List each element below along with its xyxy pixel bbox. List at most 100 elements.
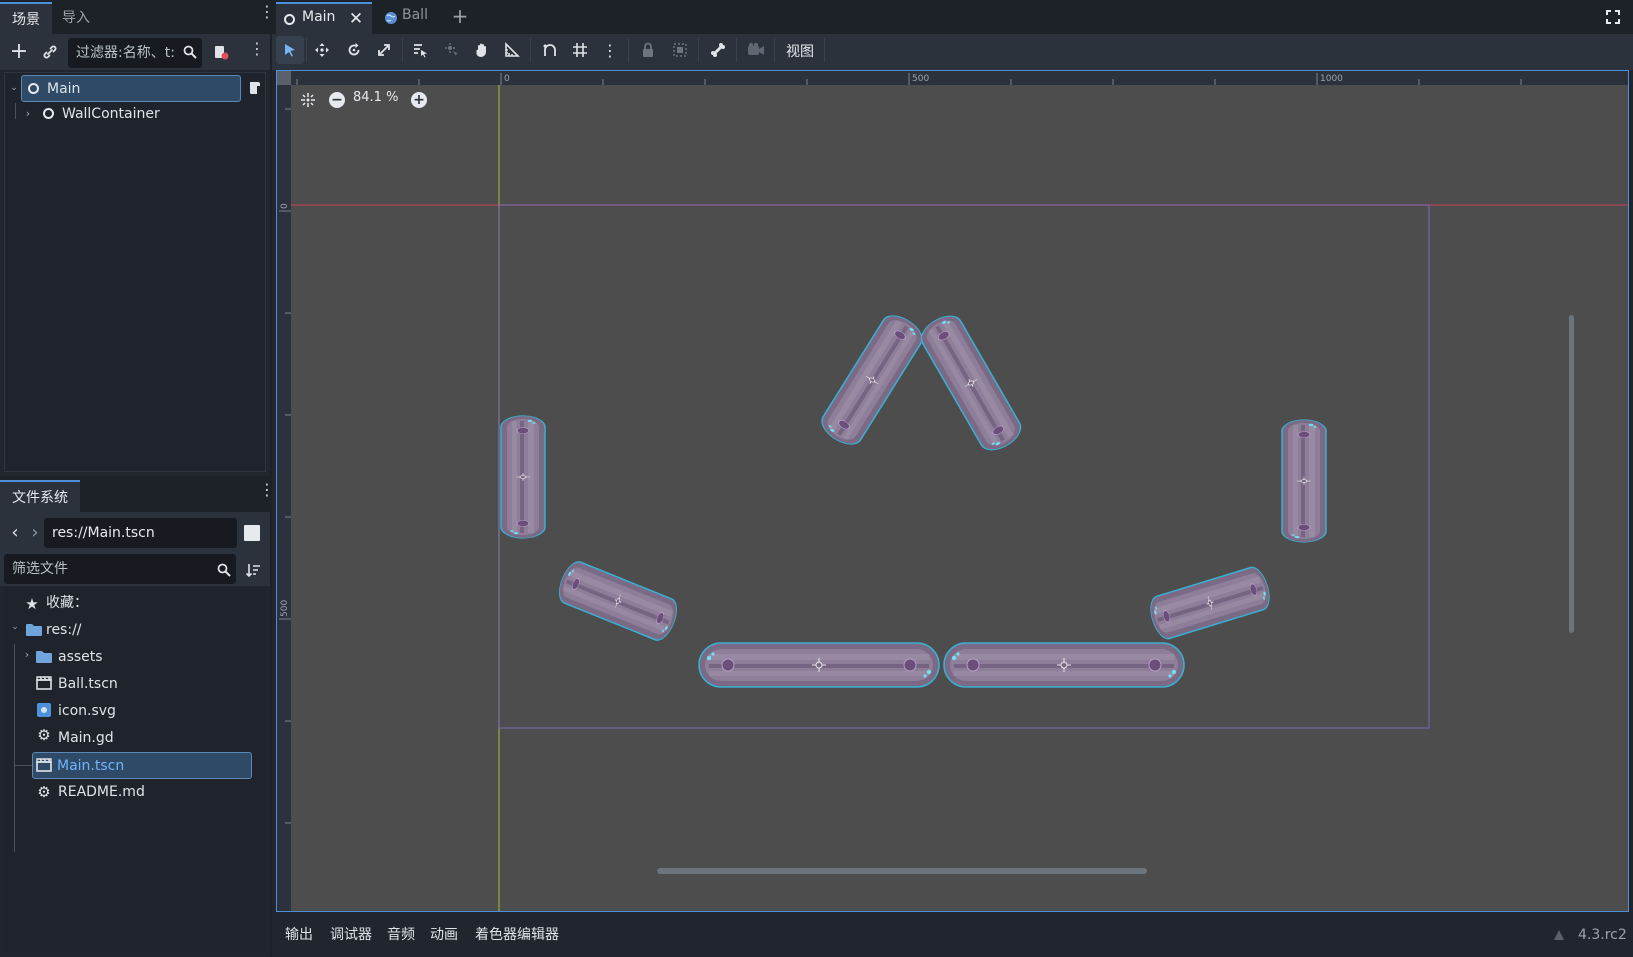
toolbar-separator	[530, 38, 531, 62]
add-node-icon[interactable]: +	[8, 39, 30, 64]
attach-script-icon[interactable]	[247, 79, 263, 97]
fs-item-main-tscn[interactable]: Main.tscn	[32, 752, 252, 779]
list-select-button[interactable]	[406, 36, 434, 64]
tree-node-wallcontainer[interactable]: WallContainer	[37, 101, 160, 127]
zoom-in-icon[interactable]: +	[411, 92, 427, 108]
scene-file-icon	[36, 676, 52, 690]
tab-ball[interactable]: Ball	[380, 2, 440, 34]
toolbar-separator	[824, 38, 825, 62]
tab-import[interactable]: 导入	[50, 2, 102, 34]
ruler-label-0: 0	[504, 74, 510, 84]
script-filter-icon[interactable]	[212, 43, 230, 61]
ruler-label-500: 500	[912, 74, 929, 84]
fs-path-field[interactable]: res://Main.tscn	[44, 518, 237, 548]
move-tool-button[interactable]	[308, 36, 336, 64]
scene-dock-tabs: 场景 导入 ⋮	[0, 0, 275, 34]
star-icon: ★	[25, 595, 39, 613]
wall-roof-right	[915, 308, 1027, 458]
canvas-viewport[interactable]: 0 500 1000 0 500 − 84.1 % +	[276, 70, 1629, 912]
group-button[interactable]	[666, 36, 694, 64]
snap-options-button[interactable]: ⋮	[596, 36, 624, 64]
tree-guide-line	[14, 644, 15, 852]
filesystem-menu-icon[interactable]: ⋮	[259, 482, 275, 498]
link-icon[interactable]	[40, 42, 60, 62]
tab-debugger[interactable]: 调试器	[330, 922, 372, 948]
select-tool-button[interactable]	[276, 36, 304, 64]
fs-item-ball-tscn[interactable]: Ball.tscn	[58, 671, 118, 697]
smart-snap-button[interactable]	[536, 36, 564, 64]
globe-icon	[384, 11, 398, 25]
toolbar-separator	[306, 38, 307, 62]
node-icon	[43, 108, 54, 119]
pan-tool-button[interactable]	[468, 36, 496, 64]
scene-more-icon[interactable]: ⋮	[249, 41, 265, 57]
wall-bottom-right	[943, 642, 1185, 688]
pivot-tool-button[interactable]	[438, 36, 466, 64]
tab-scene[interactable]: 场景	[0, 2, 52, 34]
search-icon	[216, 562, 232, 578]
wall-bottom-left	[698, 642, 940, 688]
lock-button[interactable]	[634, 36, 662, 64]
fs-root[interactable]: res://	[46, 617, 82, 643]
canvas-drawing: 0 500 1000 0 500	[277, 71, 1628, 911]
fullscreen-icon[interactable]	[1604, 8, 1622, 26]
vertical-scrollbar	[1569, 315, 1574, 633]
tab-animation[interactable]: 动画	[430, 922, 458, 948]
sort-icon[interactable]	[244, 561, 262, 579]
scene-dock-menu-icon[interactable]: ⋮	[259, 4, 275, 20]
rotate-tool-button[interactable]	[340, 36, 368, 64]
scale-tool-button[interactable]	[370, 36, 398, 64]
toolbar-separator	[402, 38, 403, 62]
camera-override-button[interactable]	[742, 36, 770, 64]
tab-filesystem[interactable]: 文件系统	[0, 480, 80, 512]
folder-icon	[36, 649, 52, 663]
tree-guide-line	[15, 103, 16, 119]
fs-item-readme[interactable]: README.md	[58, 779, 145, 805]
scene-file-icon	[36, 758, 52, 772]
ruler-top	[277, 71, 1628, 85]
chevron-right-icon[interactable]: ›	[22, 648, 32, 661]
ruler-left-label-500: 500	[280, 600, 290, 617]
tab-audio[interactable]: 音频	[387, 922, 415, 948]
fs-tree: ★ 收藏： ⌄ res:// › assets Ball.tscn icon.s…	[4, 588, 266, 952]
chevron-down-icon[interactable]: ⌄	[9, 83, 19, 93]
chevron-right-icon[interactable]: ›	[23, 107, 33, 120]
fs-item-icon-svg[interactable]: icon.svg	[58, 698, 116, 724]
grid-snap-button[interactable]	[566, 36, 594, 64]
node-icon	[28, 83, 39, 94]
tree-node-main[interactable]: Main	[21, 75, 241, 102]
bone-button[interactable]	[704, 36, 732, 64]
view-menu-button[interactable]: 视图	[786, 40, 814, 64]
fs-item-main-gd[interactable]: Main.gd	[58, 725, 114, 751]
editor-area: Main ✕ Ball + ⋮ 视图 0 500 1000 0 500 − 84…	[272, 0, 1633, 957]
version-label: 4.3.rc2	[1578, 927, 1627, 943]
filesystem-dock-tabs: 文件系统 ⋮	[0, 478, 275, 512]
wall-left-slope	[553, 557, 683, 645]
toolbar-separator	[698, 38, 699, 62]
scene-toolbar: + 过滤器:名称、t: ⋮	[0, 34, 270, 70]
forward-arrow-icon[interactable]: ›	[28, 522, 42, 543]
ruler-tool-button[interactable]	[498, 36, 526, 64]
tab-main[interactable]: Main ✕	[276, 2, 372, 34]
center-view-icon[interactable]	[299, 91, 317, 109]
zoom-level[interactable]: 84.1 %	[353, 90, 398, 105]
wall-right-slope	[1145, 563, 1275, 643]
scene-dock: 场景 导入 ⋮ + 过滤器:名称、t: ⋮ ⌄ Main › WallConta…	[0, 0, 275, 476]
split-view-icon[interactable]	[244, 525, 260, 541]
scene-tabs: Main ✕ Ball +	[272, 0, 1633, 34]
gear-icon: ⚙	[37, 726, 51, 744]
fs-favorites[interactable]: 收藏：	[46, 590, 88, 616]
back-arrow-icon[interactable]: ‹	[8, 522, 22, 543]
filesystem-dock: 文件系统 ⋮ ‹ › res://Main.tscn 筛选文件 ★ 收藏： ⌄ …	[0, 478, 275, 957]
zoom-out-icon[interactable]: −	[329, 92, 345, 108]
toolbar-separator	[774, 38, 775, 62]
chevron-down-icon[interactable]: ⌄	[10, 622, 20, 632]
folder-icon	[26, 622, 42, 636]
tab-output[interactable]: 输出	[285, 922, 313, 948]
fs-item-assets[interactable]: assets	[58, 644, 103, 670]
tab-shader-editor[interactable]: 着色器编辑器	[475, 922, 559, 948]
wall-right-vertical	[1281, 419, 1327, 543]
add-tab-icon[interactable]: +	[450, 4, 470, 28]
fs-filter-input[interactable]: 筛选文件	[4, 554, 236, 584]
close-icon[interactable]: ✕	[348, 9, 364, 29]
